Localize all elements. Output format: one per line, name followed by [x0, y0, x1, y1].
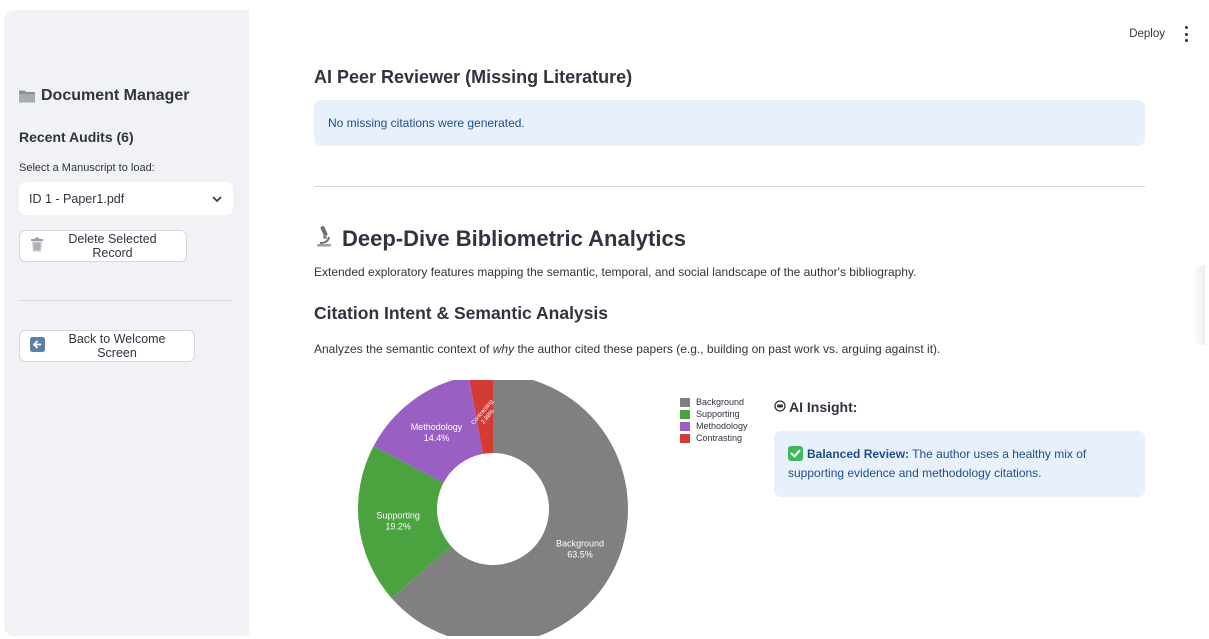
legend-swatch [680, 409, 690, 419]
legend-label: Methodology [696, 421, 748, 431]
check-icon [788, 446, 803, 461]
citation-intent-title: Citation Intent & Semantic Analysis [314, 303, 608, 323]
sidebar-title: Document Manager [19, 87, 189, 105]
legend-swatch [680, 421, 690, 431]
analytics-description: Extended exploratory features mapping th… [314, 265, 917, 279]
legend-item-methodology: Methodology [680, 420, 748, 432]
chevron-down-icon [211, 193, 223, 205]
folder-icon [19, 90, 35, 103]
chart-legend: Background Supporting Methodology Contrasti… [680, 396, 748, 444]
peer-reviewer-info-text: No missing citations were generated. [328, 116, 525, 130]
legend-swatch [680, 397, 690, 407]
ai-insight-title: AI Insight: [774, 399, 857, 415]
citation-intent-donut-chart: Background 63.5%Supporting 19.2%Methodolog… [358, 380, 628, 636]
more-menu-icon[interactable] [1181, 26, 1191, 42]
legend-label: Background [696, 397, 745, 407]
citation-intent-description: Analyzes the semantic context of why the… [314, 342, 940, 356]
sidebar-divider [19, 300, 233, 301]
sidebar-title-text: Document Manager [41, 87, 190, 104]
legend-label: Contrasting [696, 433, 743, 443]
legend-item-background: Background [680, 396, 748, 408]
peer-reviewer-info-box: No missing citations were generated. [314, 100, 1145, 146]
ai-insight-title-text: AI Insight: [789, 399, 858, 415]
app-frame: Document Manager Recent Audits (6) Selec… [4, 10, 1205, 636]
intent-desc-pre: Analyzes the semantic context of [314, 342, 493, 356]
robot-icon [774, 399, 786, 415]
intent-desc-emphasis: why [492, 342, 515, 356]
sidebar: Document Manager Recent Audits (6) Selec… [4, 10, 249, 636]
legend-label: Supporting [696, 409, 740, 419]
edge-shadow [1193, 265, 1205, 345]
delete-record-label: Delete Selected Record [68, 232, 157, 260]
intent-desc-post: the author cited these papers (e.g., bui… [514, 342, 941, 356]
microscope-icon [314, 225, 334, 253]
insight-bold-text: Balanced Review: [807, 447, 910, 461]
legend-item-supporting: Supporting [680, 408, 748, 420]
deploy-button[interactable]: Deploy [1129, 28, 1165, 40]
back-to-welcome-button[interactable]: Back to Welcome Screen [19, 330, 195, 362]
back-to-welcome-label: Back to Welcome Screen [68, 332, 166, 360]
legend-item-contrasting: Contrasting [680, 432, 748, 444]
section-divider [314, 186, 1145, 187]
delete-record-button[interactable]: Delete Selected Record [19, 230, 187, 262]
manuscript-select-label: Select a Manuscript to load: [19, 162, 155, 174]
ai-insight-box: Balanced Review: The author uses a healt… [774, 431, 1145, 497]
manuscript-select[interactable]: ID 1 - Paper1.pdf [19, 182, 233, 215]
analytics-title-text: Deep-Dive Bibliometric Analytics [342, 226, 686, 251]
legend-swatch [680, 433, 690, 443]
analytics-title: Deep-Dive Bibliometric Analytics [314, 225, 686, 253]
trash-icon [30, 237, 44, 255]
manuscript-select-value: ID 1 - Paper1.pdf [29, 191, 125, 206]
recent-audits-heading: Recent Audits (6) [19, 129, 134, 145]
app-window: Document Manager Recent Audits (6) Selec… [0, 0, 1209, 639]
back-arrow-icon [30, 337, 45, 355]
peer-reviewer-title: AI Peer Reviewer (Missing Literature) [314, 67, 633, 87]
